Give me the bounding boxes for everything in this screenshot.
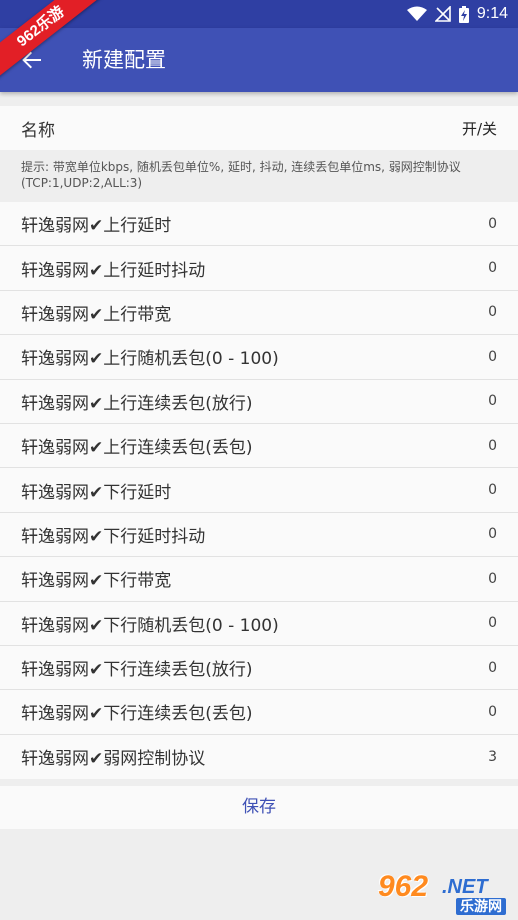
row-label: 轩逸弱网✔弱网控制协议 xyxy=(21,749,206,770)
list-item[interactable]: 轩逸弱网✔弱网控制协议 3 xyxy=(0,735,518,779)
row-label: 轩逸弱网✔下行连续丢包(放行) xyxy=(21,660,253,681)
row-label: 轩逸弱网✔下行延时 xyxy=(21,482,172,503)
row-label: 轩逸弱网✔上行延时抖动 xyxy=(21,260,206,281)
row-value[interactable]: 0 xyxy=(488,526,497,542)
row-label: 轩逸弱网✔上行随机丢包(0 - 100) xyxy=(21,349,279,370)
list-item[interactable]: 轩逸弱网✔下行带宽 0 xyxy=(0,557,518,602)
battery-charging-icon xyxy=(458,5,469,23)
save-button[interactable]: 保存 xyxy=(0,786,518,829)
list-item[interactable]: 轩逸弱网✔上行带宽 0 xyxy=(0,291,518,336)
list-item[interactable]: 轩逸弱网✔下行连续丢包(丢包) 0 xyxy=(0,690,518,735)
row-label: 轩逸弱网✔上行连续丢包(放行) xyxy=(21,393,253,414)
watermark-domain: .NET xyxy=(442,876,488,898)
list-item[interactable]: 轩逸弱网✔上行连续丢包(丢包) 0 xyxy=(0,424,518,469)
list-item[interactable]: 轩逸弱网✔下行连续丢包(放行) 0 xyxy=(0,646,518,691)
parameter-list: 轩逸弱网✔上行延时 0 轩逸弱网✔上行延时抖动 0 轩逸弱网✔上行带宽 0 轩逸弱网✔… xyxy=(0,202,518,780)
row-value[interactable]: 0 xyxy=(488,349,497,365)
row-label: 轩逸弱网✔上行连续丢包(丢包) xyxy=(21,438,253,459)
app-bar: 新建配置 xyxy=(0,28,518,92)
watermark-logo: 962 .NET 乐游网 xyxy=(378,870,514,916)
hint-text: 提示: 带宽单位kbps, 随机丢包单位%, 延时, 抖动, 连续丢包单位ms,… xyxy=(0,150,518,202)
header-row: 名称 开/关 xyxy=(0,106,518,150)
row-label: 轩逸弱网✔下行连续丢包(丢包) xyxy=(21,704,253,725)
list-item[interactable]: 轩逸弱网✔下行延时 0 xyxy=(0,468,518,513)
list-item[interactable]: 轩逸弱网✔上行延时 0 xyxy=(0,202,518,247)
status-time: 9:14 xyxy=(476,5,508,22)
name-column-label: 名称 xyxy=(21,120,55,141)
signal-off-icon xyxy=(434,6,451,22)
list-item[interactable]: 轩逸弱网✔上行随机丢包(0 - 100) 0 xyxy=(0,335,518,380)
row-value[interactable]: 0 xyxy=(488,304,497,320)
row-value[interactable]: 0 xyxy=(488,571,497,587)
row-value[interactable]: 0 xyxy=(488,216,497,232)
row-label: 轩逸弱网✔上行延时 xyxy=(21,216,172,237)
row-label: 轩逸弱网✔下行随机丢包(0 - 100) xyxy=(21,615,279,636)
list-item[interactable]: 轩逸弱网✔下行随机丢包(0 - 100) 0 xyxy=(0,602,518,646)
row-label: 轩逸弱网✔下行带宽 xyxy=(21,571,172,592)
row-value[interactable]: 0 xyxy=(488,438,497,454)
row-value[interactable]: 0 xyxy=(488,704,497,720)
wifi-icon xyxy=(406,6,427,22)
row-value[interactable]: 3 xyxy=(488,749,497,765)
row-value[interactable]: 0 xyxy=(488,482,497,498)
row-value[interactable]: 0 xyxy=(488,660,497,676)
toggle-column-label: 开/关 xyxy=(461,119,497,138)
watermark-sub: 乐游网 xyxy=(456,898,506,915)
row-value[interactable]: 0 xyxy=(488,260,497,276)
row-value[interactable]: 0 xyxy=(488,615,497,631)
status-icons: 9:14 xyxy=(406,0,508,28)
row-label: 轩逸弱网✔上行带宽 xyxy=(21,304,172,325)
page-title: 新建配置 xyxy=(82,48,166,72)
list-item[interactable]: 轩逸弱网✔上行延时抖动 0 xyxy=(0,246,518,291)
row-label: 轩逸弱网✔下行延时抖动 xyxy=(21,526,206,547)
list-item[interactable]: 轩逸弱网✔上行连续丢包(放行) 0 xyxy=(0,380,518,424)
list-item[interactable]: 轩逸弱网✔下行延时抖动 0 xyxy=(0,513,518,558)
watermark-number: 962 xyxy=(378,870,429,903)
row-value[interactable]: 0 xyxy=(488,393,497,409)
